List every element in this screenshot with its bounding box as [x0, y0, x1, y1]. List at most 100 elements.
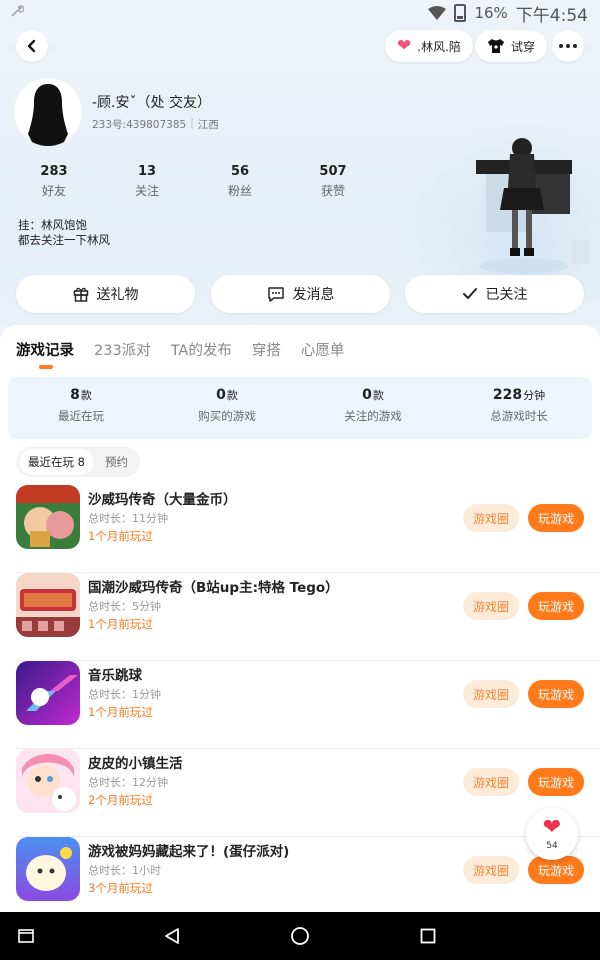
nav-back-icon[interactable] — [158, 912, 186, 960]
like-floating-button[interactable]: ❤ 54 — [526, 808, 578, 860]
profile-bio: 挂：林风饱饱 都去关注一下林风 — [18, 218, 110, 248]
stat-label: 获赞 — [320, 184, 345, 198]
game-name: 游戏被妈妈藏起来了！(蛋仔派对) — [88, 844, 290, 860]
system-nav-bar — [0, 912, 600, 960]
uid-row: 233号:439807385 | 江西 — [92, 117, 219, 132]
summary-unit: 款 — [80, 389, 92, 402]
gift-icon — [73, 287, 88, 302]
bio-line: 都去关注一下林风 — [18, 233, 110, 247]
subtab-reserve[interactable]: 预约 — [97, 449, 136, 475]
game-name: 国潮沙威玛传奇（B站up主:特格 Tego） — [88, 580, 339, 596]
followed-label: 已关注 — [485, 287, 528, 303]
play-game-button[interactable]: 玩游戏 — [528, 768, 584, 796]
avatar-figure-image[interactable] — [470, 128, 592, 278]
heart-icon: ❤ — [397, 36, 412, 56]
chat-bubble-icon — [267, 287, 284, 302]
game-last-played: 1个月前玩过 — [88, 529, 153, 543]
game-list-item[interactable]: 皮皮的小镇生活 总时长：12分钟 2个月前玩过 游戏圈 玩游戏 — [0, 749, 600, 837]
stat-label: 好友 — [41, 184, 66, 198]
user-id: 233号:439807385 — [92, 119, 187, 131]
game-circle-button[interactable]: 游戏圈 — [463, 504, 519, 532]
avatar[interactable] — [14, 78, 82, 146]
game-last-played: 1个月前玩过 — [88, 705, 153, 719]
game-icon-eggy-party — [16, 837, 80, 901]
summary-recent[interactable]: 8款 最近在玩 — [8, 387, 154, 424]
summary-unit: 款 — [226, 389, 238, 402]
vip-badge-button[interactable]: ❤ .林风.陪 — [385, 30, 473, 62]
summary-unit: 分钟 — [523, 389, 546, 402]
game-last-played: 2个月前玩过 — [88, 793, 153, 807]
play-game-button[interactable]: 玩游戏 — [528, 856, 584, 884]
profile-stats: 283 好友 13 关注 56 粉丝 507 获赞 — [0, 164, 400, 204]
heart-icon: ❤ — [542, 815, 562, 840]
summary-total-time[interactable]: 228分钟 总游戏时长 — [446, 387, 592, 424]
status-bar: 16% 下午4:54 — [0, 0, 600, 26]
tab-party[interactable]: 233派对 — [94, 339, 151, 360]
stat-number: 507 — [319, 164, 347, 179]
more-button[interactable] — [552, 30, 584, 62]
battery-icon — [454, 4, 467, 22]
nickname: -顾.安ˇ（处 交友） — [92, 95, 211, 111]
summary-number: 0 — [216, 387, 226, 403]
tab-outfits[interactable]: 穿搭 — [252, 339, 281, 360]
summary-number: 0 — [362, 387, 372, 403]
followed-button[interactable]: 已关注 — [405, 275, 584, 313]
stat-number: 283 — [40, 164, 68, 179]
summary-number: 228 — [492, 387, 523, 403]
stat-label: 粉丝 — [227, 184, 252, 198]
play-game-button[interactable]: 玩游戏 — [528, 504, 584, 532]
stat-likes[interactable]: 507 获赞 — [293, 164, 373, 199]
stat-label: 关注 — [134, 184, 159, 198]
game-list-item[interactable]: 国潮沙威玛传奇（B站up主:特格 Tego） 总时长：5分钟 1个月前玩过 游戏… — [0, 573, 600, 661]
summary-label: 最近在玩 — [58, 409, 104, 423]
game-circle-button[interactable]: 游戏圈 — [463, 768, 519, 796]
game-playtime: 总时长：11分钟 — [88, 512, 168, 525]
game-icon-shawarma — [16, 485, 80, 549]
send-gift-label: 送礼物 — [96, 287, 139, 303]
send-message-label: 发消息 — [292, 287, 335, 303]
summary-purchased[interactable]: 0款 购买的游戏 — [154, 387, 300, 424]
nav-recents-icon[interactable] — [414, 912, 442, 960]
battery-percent: 16% — [474, 4, 508, 22]
game-circle-button[interactable]: 游戏圈 — [463, 856, 519, 884]
send-message-button[interactable]: 发消息 — [211, 275, 390, 313]
screenshot-icon[interactable] — [14, 912, 38, 960]
stat-friends[interactable]: 283 好友 — [14, 164, 94, 199]
summary-label: 总游戏时长 — [490, 409, 548, 423]
active-tab-indicator — [39, 365, 53, 369]
tab-wishlist[interactable]: 心愿单 — [301, 339, 345, 360]
game-playtime: 总时长：12分钟 — [88, 776, 168, 789]
stat-fans[interactable]: 56 粉丝 — [200, 164, 280, 199]
separator: | — [190, 117, 194, 129]
game-icon-guochao-shawarma — [16, 573, 80, 637]
bio-line: 挂：林风饱饱 — [18, 218, 87, 232]
like-count: 54 — [546, 841, 558, 851]
try-on-button[interactable]: 试穿 — [475, 30, 548, 62]
summary-unit: 款 — [372, 389, 384, 402]
clock: 下午4:54 — [515, 5, 588, 26]
try-on-label: 试穿 — [511, 39, 536, 54]
stat-following[interactable]: 13 关注 — [107, 164, 187, 199]
stat-number: 56 — [230, 164, 250, 179]
game-list-item[interactable]: 沙威玛传奇（大量金币） 总时长：11分钟 1个月前玩过 游戏圈 玩游戏 — [0, 485, 600, 573]
summary-label: 关注的游戏 — [344, 409, 402, 423]
play-game-button[interactable]: 玩游戏 — [528, 592, 584, 620]
back-button[interactable] — [16, 30, 48, 62]
game-list-item[interactable]: 音乐跳球 总时长：1分钟 1个月前玩过 游戏圈 玩游戏 — [0, 661, 600, 749]
game-playtime: 总时长：1小时 — [88, 864, 161, 877]
subtab-recent[interactable]: 最近在玩 8 — [20, 449, 93, 475]
game-icon-music-ball — [16, 661, 80, 725]
game-name: 沙威玛传奇（大量金币） — [88, 492, 237, 508]
game-circle-button[interactable]: 游戏圈 — [463, 680, 519, 708]
tab-game-records[interactable]: 游戏记录 — [16, 339, 74, 360]
game-playtime: 总时长：1分钟 — [88, 688, 161, 701]
shirt-icon — [488, 39, 504, 53]
nav-home-icon[interactable] — [286, 912, 314, 960]
play-game-button[interactable]: 玩游戏 — [528, 680, 584, 708]
game-name: 音乐跳球 — [88, 668, 142, 684]
tab-posts[interactable]: TA的发布 — [171, 339, 232, 360]
summary-followed-games[interactable]: 0款 关注的游戏 — [300, 387, 446, 424]
game-circle-button[interactable]: 游戏圈 — [463, 592, 519, 620]
game-last-played: 1个月前玩过 — [88, 617, 153, 631]
send-gift-button[interactable]: 送礼物 — [16, 275, 195, 313]
